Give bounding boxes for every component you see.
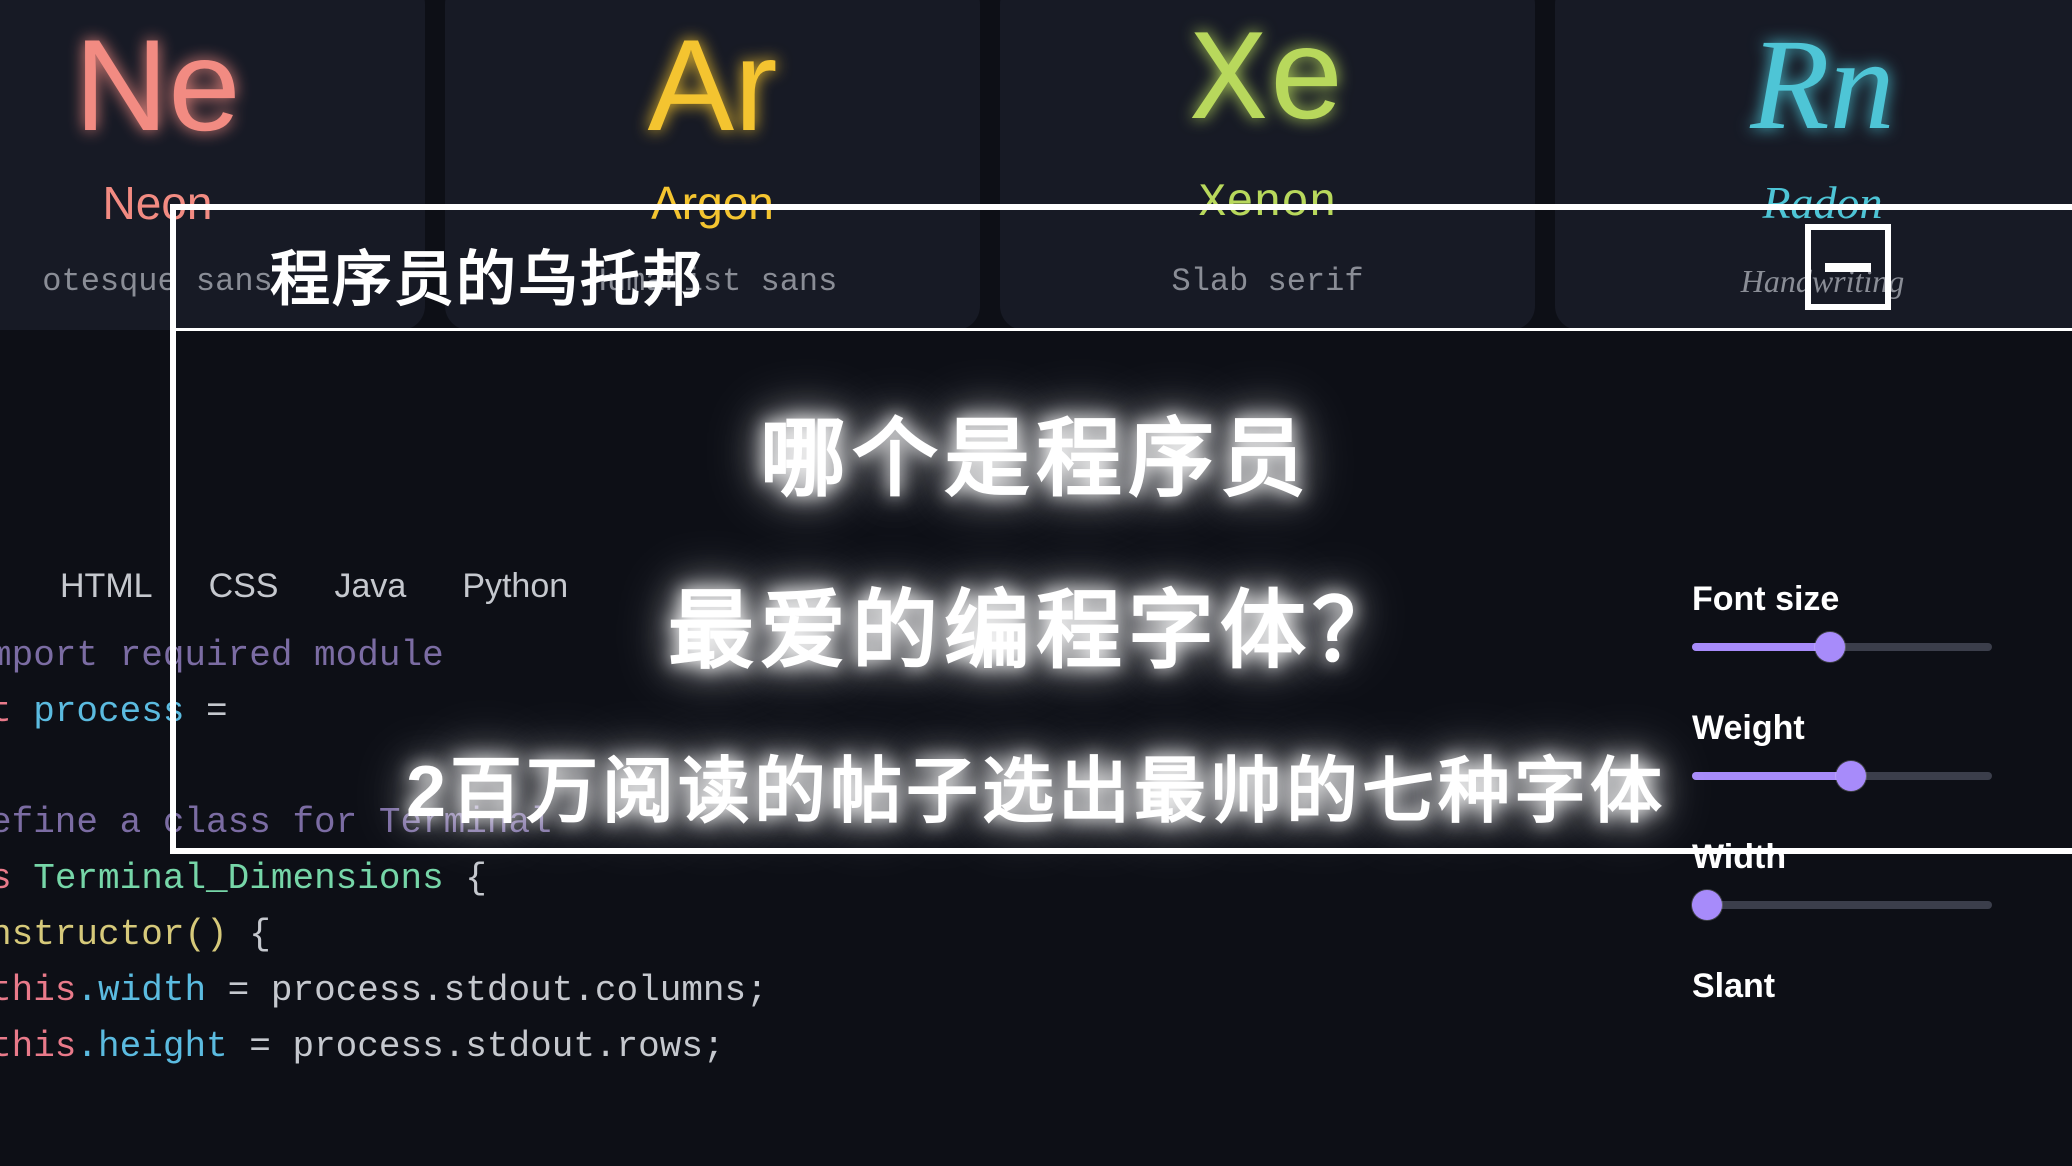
code-token: = process.stdout.columns; (206, 970, 768, 1011)
overlay-headline-1: 哪个是程序员 (0, 388, 2072, 513)
code-token: .height (76, 1026, 227, 1067)
overlay-headline-2: 最爱的编程字体？ (0, 560, 2072, 685)
control-label: Width (1692, 838, 2072, 877)
font-symbol: Rn (1575, 20, 2070, 150)
font-name: Argon (465, 176, 960, 230)
font-card-xenon[interactable]: Xe Xenon Slab serif (1000, 0, 1535, 330)
overlay-brand: 程序员的乌托邦 (270, 231, 704, 318)
font-symbol: Ne (0, 20, 405, 150)
code-token: = process.stdout.rows; (228, 1026, 725, 1067)
font-symbol: Xe (1020, 20, 1515, 150)
code-block: mport required module t process = efine … (0, 628, 1340, 1074)
minimize-button[interactable] (1805, 224, 1891, 310)
code-token: this (0, 970, 76, 1011)
font-style-label: Slab serif (1020, 263, 1515, 300)
code-token: nstructor() (0, 914, 228, 955)
code-token: { (228, 914, 271, 955)
font-name: Radon (1575, 176, 2070, 229)
code-token: t (0, 691, 12, 732)
control-slant: Slant (1692, 967, 2072, 1006)
code-token: .width (76, 970, 206, 1011)
code-token: s (0, 858, 12, 899)
font-name: Neon (0, 176, 405, 230)
code-token: Terminal_Dimensions (33, 858, 443, 899)
control-width: Width (1692, 838, 2072, 909)
code-token: = (184, 691, 249, 732)
code-token: process (33, 691, 184, 732)
font-name: Xenon (1020, 177, 1515, 229)
code-token: { (444, 858, 487, 899)
font-symbol: Ar (465, 20, 960, 150)
overlay-headline-3: 2百万阅读的帖子选出最帅的七种字体 (0, 732, 2072, 837)
code-token: this (0, 1026, 76, 1067)
control-label: Slant (1692, 967, 2072, 1006)
width-slider[interactable] (1692, 901, 1992, 909)
